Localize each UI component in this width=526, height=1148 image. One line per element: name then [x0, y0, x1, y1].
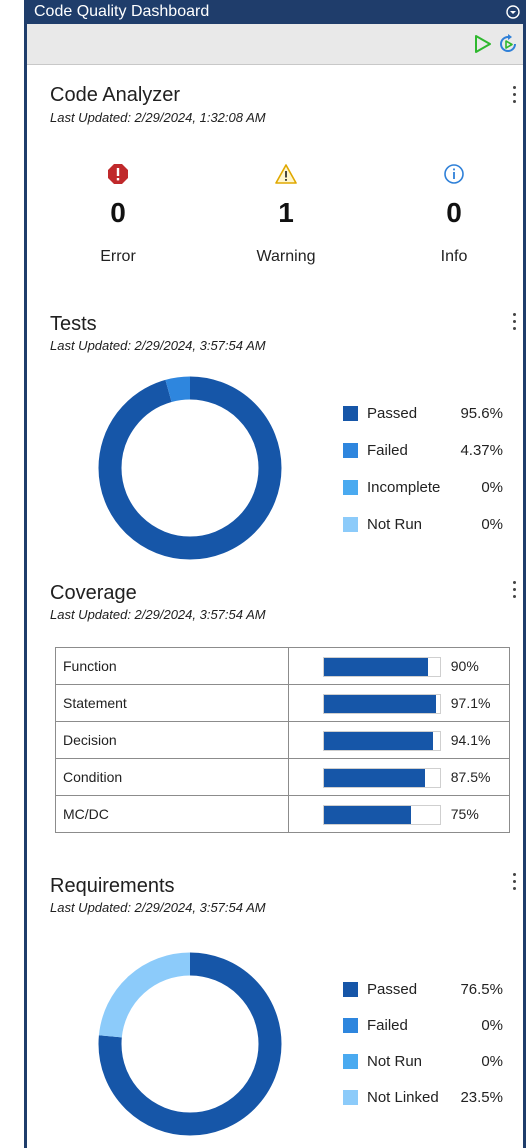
code-quality-dashboard: Code Quality Dashboard Code Analyzer Las…: [0, 0, 526, 1148]
coverage-bar-cell: 94.1%: [287, 721, 511, 759]
requirements-more-icon[interactable]: [508, 871, 520, 893]
tests-legend-not-run[interactable]: Not Run 0%: [343, 515, 503, 535]
rerun-icon[interactable]: [497, 33, 519, 55]
legend-swatch: [343, 480, 358, 495]
warning-icon: [275, 164, 297, 184]
coverage-metric-name: Statement: [55, 684, 289, 722]
error-label: Error: [100, 248, 136, 265]
requirements-legend-failed[interactable]: Failed 0%: [343, 1016, 503, 1036]
code-analyzer-more-icon[interactable]: [508, 84, 520, 106]
coverage-value: 75%: [450, 806, 479, 822]
coverage-bar: [322, 805, 441, 825]
tests-updated: Last Updated: 2/29/2024, 3:57:54 AM: [50, 338, 266, 353]
coverage-bar-fill: [323, 806, 411, 824]
code-analyzer-updated: Last Updated: 2/29/2024, 1:32:08 AM: [50, 110, 266, 125]
warning-count[interactable]: 1: [226, 197, 346, 229]
coverage-bar-fill: [323, 769, 426, 787]
info-count[interactable]: 0: [394, 197, 514, 229]
requirements-legend-not-run[interactable]: Not Run 0%: [343, 1052, 503, 1072]
legend-value: 0%: [481, 1053, 503, 1070]
legend-label: Passed: [367, 981, 418, 998]
legend-swatch: [343, 406, 358, 421]
error-count[interactable]: 0: [58, 197, 178, 229]
coverage-updated: Last Updated: 2/29/2024, 3:57:54 AM: [50, 607, 266, 622]
legend-label: Not Linked: [367, 1089, 439, 1106]
table-row[interactable]: Statement 97.1%: [55, 684, 511, 722]
coverage-more-icon[interactable]: [508, 579, 520, 601]
coverage-metric-name: MC/DC: [55, 795, 289, 833]
table-row[interactable]: MC/DC 75%: [55, 795, 511, 833]
error-icon: [108, 164, 128, 184]
code-analyzer-title: Code Analyzer: [50, 84, 181, 106]
coverage-bar-cell: 97.1%: [287, 684, 511, 722]
titlebar: Code Quality Dashboard: [24, 0, 526, 24]
panel-left-border: [24, 0, 27, 1148]
table-row[interactable]: Decision 94.1%: [55, 721, 511, 759]
toolbar: [27, 24, 523, 65]
legend-label: Not Run: [367, 1053, 423, 1070]
coverage-value: 87.5%: [450, 769, 491, 785]
play-icon[interactable]: [471, 33, 493, 55]
coverage-bar-cell: 87.5%: [287, 758, 511, 796]
legend-value: 76.5%: [460, 981, 503, 998]
table-row[interactable]: Function 90%: [55, 647, 511, 685]
legend-swatch: [343, 1054, 358, 1069]
tests-legend-incomplete[interactable]: Incomplete 0%: [343, 478, 503, 498]
coverage-metric-name: Condition: [55, 758, 289, 796]
requirements-legend-passed[interactable]: Passed 76.5%: [343, 980, 503, 1000]
legend-value: 0%: [481, 1017, 503, 1034]
coverage-bar: [322, 694, 441, 714]
coverage-bar: [322, 657, 441, 677]
coverage-value: 90%: [450, 658, 479, 674]
legend-swatch: [343, 517, 358, 532]
warning-label: Warning: [256, 248, 316, 265]
legend-label: Not Run: [367, 516, 423, 533]
legend-swatch: [343, 443, 358, 458]
tests-more-icon[interactable]: [508, 311, 520, 333]
tests-legend-failed[interactable]: Failed 4.37%: [343, 441, 503, 461]
legend-label: Passed: [367, 405, 418, 422]
requirements-updated: Last Updated: 2/29/2024, 3:57:54 AM: [50, 900, 266, 915]
legend-swatch: [343, 1018, 358, 1033]
chevron-down-circle-icon[interactable]: [506, 5, 520, 19]
legend-value: 0%: [481, 516, 503, 533]
coverage-bar-fill: [323, 658, 429, 676]
legend-value: 23.5%: [460, 1089, 503, 1106]
coverage-table: Function 90% Statement 97.1% Decision 94…: [55, 647, 511, 833]
coverage-bar: [322, 731, 441, 751]
tests-slice-passed[interactable]: [98, 376, 282, 560]
info-icon: [444, 164, 464, 184]
tests-legend-passed[interactable]: Passed 95.6%: [343, 404, 503, 424]
coverage-metric-name: Function: [55, 647, 289, 685]
legend-swatch: [343, 982, 358, 997]
legend-label: Failed: [367, 1017, 408, 1034]
coverage-bar-cell: 75%: [287, 795, 511, 833]
coverage-title: Coverage: [50, 582, 137, 604]
legend-value: 0%: [481, 479, 503, 496]
requirements-title: Requirements: [50, 875, 175, 897]
tests-donut-chart[interactable]: [98, 376, 282, 560]
coverage-value: 94.1%: [450, 732, 491, 748]
requirements-legend-not-linked[interactable]: Not Linked 23.5%: [343, 1088, 503, 1108]
legend-value: 95.6%: [460, 405, 503, 422]
coverage-metric-name: Decision: [55, 721, 289, 759]
table-row[interactable]: Condition 87.5%: [55, 758, 511, 796]
legend-swatch: [343, 1090, 358, 1105]
coverage-bar-cell: 90%: [287, 647, 511, 685]
coverage-bar-fill: [323, 732, 433, 750]
tests-title: Tests: [50, 313, 97, 335]
window-title: Code Quality Dashboard: [34, 3, 210, 20]
info-label: Info: [440, 248, 468, 265]
legend-label: Failed: [367, 442, 408, 459]
coverage-bar: [322, 768, 441, 788]
legend-value: 4.37%: [460, 442, 503, 459]
coverage-bar-fill: [323, 695, 437, 713]
requirements-donut-chart[interactable]: [98, 952, 282, 1136]
legend-label: Incomplete: [367, 479, 441, 496]
coverage-value: 97.1%: [450, 695, 491, 711]
